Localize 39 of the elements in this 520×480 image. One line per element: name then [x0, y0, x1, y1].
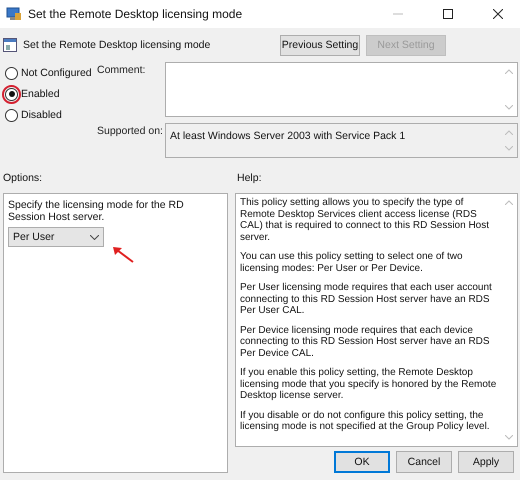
options-label: Options:	[3, 172, 44, 184]
policy-icon	[3, 38, 17, 52]
chevron-down-icon	[90, 234, 99, 240]
close-icon[interactable]	[493, 9, 503, 19]
help-paragraph: This policy setting allows you to specify the type of Remote Desktop Services client access license (RDS CAL) that is required to connect to this RD Session Host server.	[240, 197, 490, 243]
policy-title: Set the Remote Desktop licensing mode	[23, 39, 210, 51]
scroll-down-icon[interactable]	[505, 105, 513, 110]
annotation-arrow	[112, 245, 134, 263]
scroll-down-icon[interactable]	[505, 146, 513, 151]
scroll-up-icon[interactable]	[505, 130, 513, 135]
options-description: Specify the licensing mode for the RD Session Host server.	[8, 199, 185, 223]
comment-field[interactable]	[165, 62, 518, 117]
scroll-up-icon[interactable]	[505, 69, 513, 74]
radio-button[interactable]	[5, 66, 18, 80]
maximize-icon[interactable]	[443, 9, 453, 19]
radio-label: Disabled	[21, 109, 62, 121]
dialog-button[interactable]: Cancel	[396, 451, 452, 473]
help-paragraph: You can use this policy setting to select one of two licensing modes: Per User or Per Device.	[240, 251, 464, 274]
window-title: Set the Remote Desktop licensing mode	[28, 7, 242, 21]
supported-on-text: At least Windows Server 2003 with Service Pack 1	[169, 129, 406, 142]
help-paragraph: Per Device licensing mode requires that each device connecting to this RD Session Host server have an RDS Per Device CAL.	[240, 324, 491, 359]
radio-label: Enabled	[21, 88, 60, 100]
navigation-button[interactable]: Previous Setting	[280, 34, 360, 56]
help-paragraph: If you enable this policy setting, the Remote Desktop licensing mode that you specify is honored by the Remote Desktop license server.	[240, 367, 498, 402]
radio-button[interactable]	[5, 88, 18, 100]
computer-icon	[6, 7, 22, 21]
supported-on-label: Supported on:	[97, 124, 164, 139]
dialog-button[interactable]: Apply	[458, 451, 514, 473]
scroll-up-icon[interactable]	[505, 200, 513, 205]
highlight-ring	[2, 84, 21, 104]
dialog-button[interactable]: OK	[334, 451, 390, 473]
help-label: Help:	[237, 172, 262, 184]
radio-button[interactable]	[5, 108, 18, 122]
radio-label: Not Configured	[21, 67, 92, 79]
scroll-down-icon[interactable]	[505, 435, 513, 440]
comment-label: Comment:	[97, 63, 146, 78]
help-paragraph: If you disable or do not configure this policy setting, the licensing mode is not specified at the Group Policy level.	[240, 410, 491, 432]
licensing-mode-dropdown[interactable]: Per User	[8, 227, 104, 247]
help-paragraph: Per User licensing mode requires that each user account connecting to this RD Session Host server have an RDS Per User CAL.	[240, 282, 493, 316]
